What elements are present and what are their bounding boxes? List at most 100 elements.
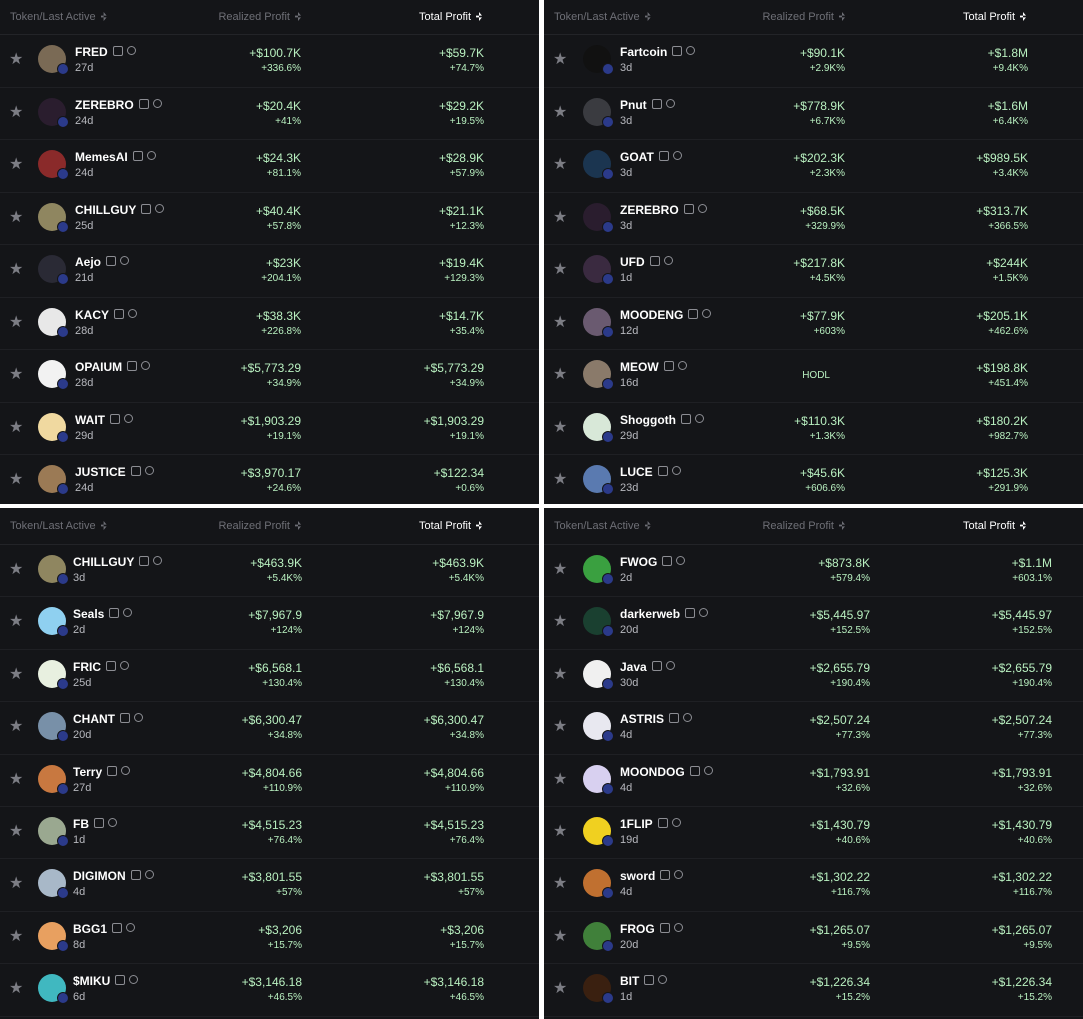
sort-realized-profit[interactable]: Realized Profit <box>218 11 301 23</box>
token-name[interactable]: BGG1 <box>73 922 136 936</box>
star-icon[interactable]: ★ <box>553 981 569 997</box>
token-name[interactable]: FWOG <box>620 555 686 569</box>
sort-token-last-active[interactable]: Token/Last Active <box>554 520 651 532</box>
star-icon[interactable]: ★ <box>9 823 25 840</box>
search-icon[interactable] <box>671 466 681 475</box>
token-name[interactable]: ASTRIS <box>620 712 693 726</box>
star-icon[interactable]: ★ <box>9 104 25 121</box>
search-icon[interactable] <box>120 660 129 670</box>
search-icon[interactable] <box>155 203 165 213</box>
star-icon[interactable]: ★ <box>553 928 569 945</box>
token-name[interactable]: UFD <box>620 255 673 269</box>
token-row[interactable]: ★ sword 4d +$1,302.22 +116.7% +$1,302.22 +116.… <box>544 859 1083 912</box>
token-row[interactable]: ★ ZEREBRO 3d +$68.5K +329.9% +$313.7K +366.5% <box>544 193 1083 245</box>
token-name[interactable]: CHILLGUY <box>75 203 165 217</box>
token-name[interactable]: CHANT <box>73 712 143 726</box>
token-name[interactable]: Shoggoth <box>620 413 704 427</box>
copy-icon[interactable] <box>672 46 683 56</box>
token-name[interactable]: Fartcoin <box>620 45 696 59</box>
search-icon[interactable] <box>677 361 687 370</box>
copy-icon[interactable] <box>662 556 673 566</box>
copy-icon[interactable] <box>658 151 669 161</box>
search-icon[interactable] <box>673 922 683 932</box>
copy-icon[interactable] <box>689 765 700 776</box>
search-icon[interactable] <box>126 46 136 55</box>
copy-icon[interactable] <box>683 203 694 214</box>
sort-total-profit[interactable]: Total Profit <box>419 11 482 23</box>
token-name[interactable]: OPAIUM <box>75 360 151 374</box>
star-icon[interactable]: ★ <box>9 472 25 488</box>
token-name[interactable]: Seals <box>73 607 133 621</box>
star-icon[interactable]: ★ <box>553 771 569 788</box>
copy-icon[interactable] <box>114 308 125 319</box>
token-row[interactable]: ★ UFD 1d +$217.8K +4.5K% +$244K +1.5K% <box>544 245 1083 298</box>
star-icon[interactable]: ★ <box>9 157 25 173</box>
star-icon[interactable]: ★ <box>9 419 25 436</box>
token-name[interactable]: Terry <box>73 765 131 779</box>
copy-icon[interactable] <box>680 413 691 424</box>
copy-icon[interactable] <box>659 922 670 933</box>
token-name[interactable]: WAIT <box>75 413 133 427</box>
token-name[interactable]: ZEREBRO <box>620 203 707 217</box>
star-icon[interactable]: ★ <box>553 666 569 683</box>
copy-icon[interactable] <box>94 817 104 828</box>
search-icon[interactable] <box>141 361 151 370</box>
search-icon[interactable] <box>671 817 681 827</box>
token-row[interactable]: ★ MEOW 16d HODL +$198.8K +451.4% <box>544 350 1083 403</box>
copy-icon[interactable] <box>660 870 671 881</box>
star-icon[interactable]: ★ <box>9 719 25 735</box>
token-name[interactable]: GOAT <box>620 150 682 164</box>
search-icon[interactable] <box>697 203 707 213</box>
token-row[interactable]: ★ FRIC 25d +$6,568.1 +130.4% +$6,568.1 +130.4% <box>0 650 539 703</box>
copy-icon[interactable] <box>141 203 152 214</box>
star-icon[interactable]: ★ <box>553 472 569 488</box>
copy-icon[interactable] <box>120 713 130 724</box>
search-icon[interactable] <box>144 870 154 880</box>
token-row[interactable]: ★ 1FLIP 19d +$1,430.79 +40.6% +$1,430.79 +40.6… <box>544 807 1083 860</box>
token-name[interactable]: JUSTICE <box>75 465 154 479</box>
search-icon[interactable] <box>674 870 684 880</box>
token-name[interactable]: BIT <box>620 974 668 988</box>
token-name[interactable]: sword <box>620 869 684 883</box>
sort-realized-profit[interactable]: Realized Profit <box>218 520 301 532</box>
search-icon[interactable] <box>121 765 131 775</box>
token-name[interactable]: KACY <box>75 308 138 322</box>
copy-icon[interactable] <box>657 466 668 476</box>
token-row[interactable]: ★ Pnut 3d +$778.9K +6.7K% +$1.6M +6.4K% <box>544 88 1083 140</box>
search-icon[interactable] <box>146 151 156 160</box>
star-icon[interactable]: ★ <box>553 209 569 226</box>
token-name[interactable]: FB <box>73 817 117 831</box>
search-icon[interactable] <box>152 98 162 108</box>
token-row[interactable]: ★ BGG1 8d +$3,206 +15.7% +$3,206 +15.7% <box>0 912 539 965</box>
star-icon[interactable]: ★ <box>9 562 25 578</box>
copy-icon[interactable] <box>106 256 117 266</box>
search-icon[interactable] <box>686 46 696 55</box>
token-name[interactable]: DIGIMON <box>73 869 154 883</box>
sort-token-last-active[interactable]: Token/Last Active <box>10 11 107 23</box>
token-name[interactable]: Java <box>620 660 675 674</box>
copy-icon[interactable] <box>109 608 120 619</box>
copy-icon[interactable] <box>106 660 116 671</box>
token-name[interactable]: Pnut <box>620 98 675 112</box>
token-row[interactable]: ★ FRED 27d +$100.7K +336.6% +$59.7K +74.7% <box>0 35 539 88</box>
token-row[interactable]: ★ GOAT 3d +$202.3K +2.3K% +$989.5K +3.4K% <box>544 140 1083 193</box>
star-icon[interactable]: ★ <box>553 52 569 68</box>
star-icon[interactable]: ★ <box>9 314 25 331</box>
search-icon[interactable] <box>153 556 163 565</box>
token-row[interactable]: ★ DIGIMON 4d +$3,801.55 +57% +$3,801.55 +57% <box>0 859 539 912</box>
token-row[interactable]: ★ FWOG 2d +$873.8K +579.4% +$1.1M +603.1% <box>544 545 1083 598</box>
token-name[interactable]: ZEREBRO <box>75 98 162 112</box>
copy-icon[interactable] <box>110 413 120 424</box>
token-row[interactable]: ★ Java 30d +$2,655.79 +190.4% +$2,655.79 +190.… <box>544 650 1083 703</box>
sort-total-profit[interactable]: Total Profit <box>963 11 1026 23</box>
copy-icon[interactable] <box>644 975 655 986</box>
star-icon[interactable]: ★ <box>553 104 569 121</box>
search-icon[interactable] <box>676 556 686 565</box>
token-name[interactable]: CHILLGUY <box>73 555 163 569</box>
token-name[interactable]: FRED <box>75 45 136 59</box>
sort-total-profit[interactable]: Total Profit <box>419 520 482 532</box>
star-icon[interactable]: ★ <box>553 419 569 436</box>
search-icon[interactable] <box>126 922 136 932</box>
search-icon[interactable] <box>658 975 668 985</box>
star-icon[interactable]: ★ <box>553 157 569 173</box>
